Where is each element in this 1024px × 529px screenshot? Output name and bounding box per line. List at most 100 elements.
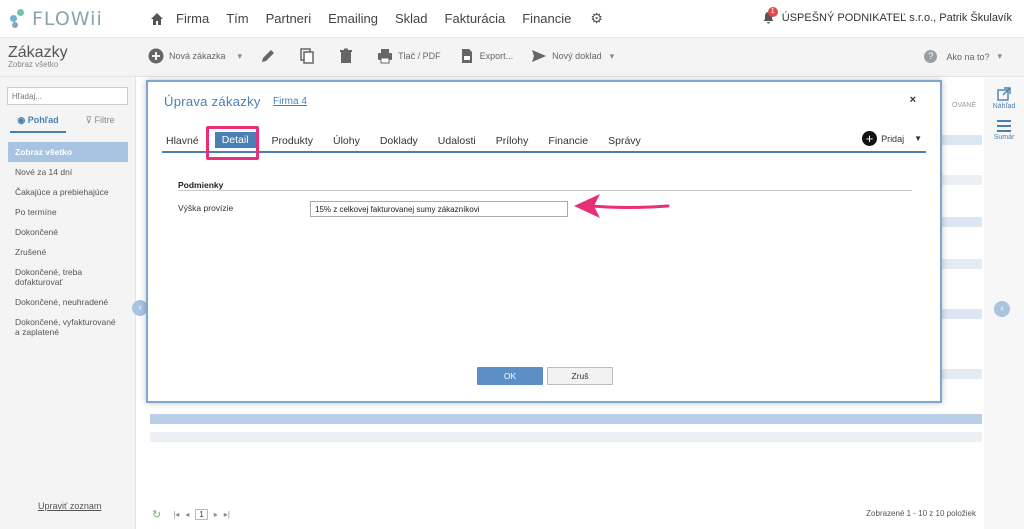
tab-filters[interactable]: ⊽ Filtre: [72, 115, 128, 133]
sidebar-item-to-invoice[interactable]: Dokončené, treba dofakturovať: [8, 262, 128, 292]
summary-label: Sumár: [993, 134, 1015, 141]
cancel-button[interactable]: Zruš: [547, 367, 613, 385]
home-icon[interactable]: [150, 12, 164, 26]
logo[interactable]: FLOWii: [8, 8, 138, 30]
sidebar-search-input[interactable]: [7, 87, 128, 105]
tab-products[interactable]: Produkty: [268, 134, 317, 148]
grid-column-header: OVANÉ: [952, 102, 976, 109]
preview-button[interactable]: Náhľad: [984, 87, 1024, 110]
add-label: Pridaj: [881, 133, 905, 144]
tab-events[interactable]: Udalosti: [434, 134, 480, 148]
close-icon[interactable]: ×: [910, 94, 916, 106]
help-link[interactable]: ? Ako na to? ▾: [924, 50, 1002, 63]
print-pdf-button[interactable]: Tlač / PDF: [377, 48, 441, 64]
tab-tasks[interactable]: Úlohy: [329, 134, 364, 148]
export-label: Export...: [479, 51, 514, 61]
bell-icon[interactable]: 1: [762, 7, 778, 25]
gear-icon[interactable]: ⚙: [590, 10, 603, 27]
sidebar-item-overdue[interactable]: Po termíne: [8, 202, 128, 222]
refresh-icon[interactable]: ↻: [152, 508, 161, 521]
flowii-logo-icon: [8, 8, 26, 29]
add-button[interactable]: + Pridaj ▼: [862, 131, 922, 146]
copy-icon: [299, 48, 315, 64]
export-button[interactable]: Export...: [459, 48, 514, 64]
next-page-icon[interactable]: ▸: [214, 510, 218, 519]
user-label[interactable]: ÚSPEŠNÝ PODNIKATEĽ s.r.o., Patrik Škulav…: [782, 12, 1012, 24]
sidebar-item-show-all[interactable]: Zobraz všetko: [8, 142, 128, 162]
ok-button[interactable]: OK: [477, 367, 543, 385]
nav-item-partneri[interactable]: Partneri: [266, 11, 312, 26]
firm-link[interactable]: Firma 4: [273, 96, 307, 107]
sidebar-item-waiting[interactable]: Čakajúce a prebiehajúce: [8, 182, 128, 202]
pager-count: Zobrazené 1 - 10 z 10 položiek: [866, 509, 976, 518]
plus-icon: +: [862, 131, 878, 146]
sidebar-item-completed[interactable]: Dokončené: [8, 222, 128, 242]
notification-badge: 1: [767, 7, 778, 17]
sidebar: ◉ Pohľad ⊽ Filtre Zobraz všetko Nové za …: [0, 77, 136, 529]
filter-icon: ⊽: [85, 115, 95, 125]
table-row[interactable]: [150, 414, 982, 424]
edit-list-link[interactable]: Upraviť zoznam: [38, 501, 101, 511]
page-header: Zákazky Zobraz všetko Nová zákazka ▾ Tla…: [0, 38, 1024, 77]
nav-item-sklad[interactable]: Sklad: [395, 11, 428, 26]
section-divider: [178, 190, 912, 191]
chevron-down-icon[interactable]: ▾: [238, 51, 243, 62]
table-row[interactable]: [150, 432, 982, 442]
main-menu: Firma Tím Partneri Emailing Sklad Faktur…: [176, 11, 588, 26]
nav-item-tim[interactable]: Tím: [226, 11, 248, 26]
logo-text: FLOWii: [32, 7, 103, 30]
pencil-icon: [260, 48, 276, 64]
sidebar-item-paid[interactable]: Dokončené, vyfakturované a zaplatené: [8, 312, 128, 342]
edit-button[interactable]: [260, 48, 281, 64]
chevron-down-icon: ▼: [914, 134, 922, 143]
pagination: ↻ |◂ ◂ 1 ▸ ▸| Zobrazené 1 - 10 z 10 polo…: [146, 503, 984, 525]
prev-page-icon[interactable]: ◂: [185, 510, 189, 519]
first-page-icon[interactable]: |◂: [173, 510, 179, 519]
sidebar-item-new-14-days[interactable]: Nové za 14 dní: [8, 162, 128, 182]
chevron-down-icon[interactable]: ▾: [610, 51, 615, 62]
nav-item-firma[interactable]: Firma: [176, 11, 209, 26]
dialog-tabs: Hlavné Detail Produkty Úlohy Doklady Uda…: [162, 132, 926, 153]
user-menu[interactable]: 1 ÚSPEŠNÝ PODNIKATEĽ s.r.o., Patrik Škul…: [762, 7, 1012, 25]
eye-icon: ◉: [17, 115, 28, 125]
dialog-title: Úprava zákazky: [164, 94, 261, 109]
detail-tab-highlight: [206, 126, 259, 160]
new-order-label: Nová zákazka: [169, 51, 226, 61]
new-order-button[interactable]: Nová zákazka ▾: [148, 48, 242, 64]
arrow-annotation-icon: [574, 194, 670, 218]
toolbar: Nová zákazka ▾ Tlač / PDF Export... Nový…: [148, 48, 632, 64]
nav-item-fakturacia[interactable]: Fakturácia: [445, 11, 506, 26]
new-document-label: Nový doklad: [552, 51, 602, 61]
send-icon: [531, 48, 547, 64]
copy-button[interactable]: [299, 48, 320, 64]
sidebar-item-cancelled[interactable]: Zrušené: [8, 242, 128, 262]
section-title: Podmienky: [178, 180, 224, 190]
tab-finance[interactable]: Financie: [544, 134, 592, 148]
page-number[interactable]: 1: [195, 508, 208, 520]
right-panel: Náhľad Sumár ‹: [984, 77, 1024, 529]
last-page-icon[interactable]: ▸|: [224, 510, 230, 519]
commission-input[interactable]: [310, 201, 568, 217]
tab-view[interactable]: ◉ Pohľad: [10, 115, 66, 133]
tab-attachments[interactable]: Prílohy: [492, 134, 533, 148]
new-document-button[interactable]: Nový doklad ▾: [531, 48, 614, 64]
sidebar-tabs: ◉ Pohľad ⊽ Filtre: [10, 115, 134, 133]
tab-documents[interactable]: Doklady: [376, 134, 422, 148]
tab-main[interactable]: Hlavné: [162, 134, 203, 148]
sidebar-list: Zobraz všetko Nové za 14 dní Čakajúce a …: [8, 142, 128, 342]
preview-label: Náhľad: [992, 103, 1016, 110]
delete-button[interactable]: [338, 48, 359, 64]
chevron-down-icon: ▾: [997, 51, 1002, 61]
commission-label: Výška provízie: [178, 203, 234, 213]
nav-item-emailing[interactable]: Emailing: [328, 11, 378, 26]
tab-messages[interactable]: Správy: [604, 134, 645, 148]
nav-item-financie[interactable]: Financie: [522, 11, 571, 26]
summary-button[interactable]: Sumár: [984, 120, 1024, 141]
help-label: Ako na to?: [946, 51, 990, 62]
plus-circle-icon: [148, 48, 164, 64]
question-icon: ?: [924, 50, 938, 63]
sidebar-item-unpaid[interactable]: Dokončené, neuhradené: [8, 292, 128, 312]
expand-right-icon[interactable]: ‹: [994, 301, 1010, 317]
tab-filters-label: Filtre: [94, 115, 115, 125]
page-subtitle: Zobraz všetko: [8, 60, 59, 69]
